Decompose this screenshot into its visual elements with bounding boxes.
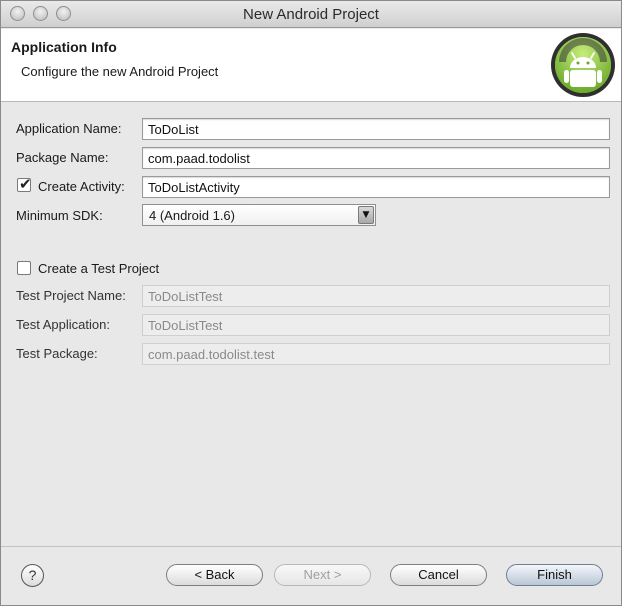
test-package-input[interactable] [142, 343, 610, 365]
application-name-label: Application Name: [16, 121, 122, 136]
cancel-button[interactable]: Cancel [390, 564, 487, 586]
package-name-label: Package Name: [16, 150, 109, 165]
test-application-input[interactable] [142, 314, 610, 336]
checkmark-icon: ✔ [19, 175, 32, 193]
page-title: Application Info [11, 39, 117, 55]
dropdown-arrow-icon[interactable]: ▼ [358, 206, 374, 224]
android-logo-icon [551, 33, 615, 97]
activity-name-input[interactable] [142, 176, 610, 198]
help-icon[interactable]: ? [21, 564, 44, 587]
create-activity-checkbox[interactable]: ✔ [17, 175, 32, 193]
create-activity-label: Create Activity: [38, 179, 125, 194]
test-project-name-label: Test Project Name: [16, 288, 126, 303]
back-button[interactable]: < Back [166, 564, 263, 586]
minimum-sdk-label: Minimum SDK: [16, 208, 103, 223]
minimum-sdk-select[interactable]: 4 (Android 1.6) ▼ [142, 204, 376, 226]
page-subtitle: Configure the new Android Project [21, 64, 219, 79]
test-application-label: Test Application: [16, 317, 110, 332]
next-button[interactable]: Next > [274, 564, 371, 586]
application-name-input[interactable] [142, 118, 610, 140]
create-test-project-label: Create a Test Project [38, 261, 160, 276]
create-test-project-checkbox[interactable] [17, 261, 31, 275]
wizard-header: Application Info Configure the new Andro… [1, 29, 621, 102]
new-android-project-window: New Android Project Application Info Con… [0, 0, 622, 606]
test-package-label: Test Package: [16, 346, 98, 361]
test-project-name-input[interactable] [142, 285, 610, 307]
title-bar: New Android Project [1, 1, 621, 28]
finish-button[interactable]: Finish [506, 564, 603, 586]
package-name-input[interactable] [142, 147, 610, 169]
footer-divider [1, 546, 621, 547]
window-title: New Android Project [243, 6, 379, 23]
minimum-sdk-value: 4 (Android 1.6) [149, 208, 235, 223]
